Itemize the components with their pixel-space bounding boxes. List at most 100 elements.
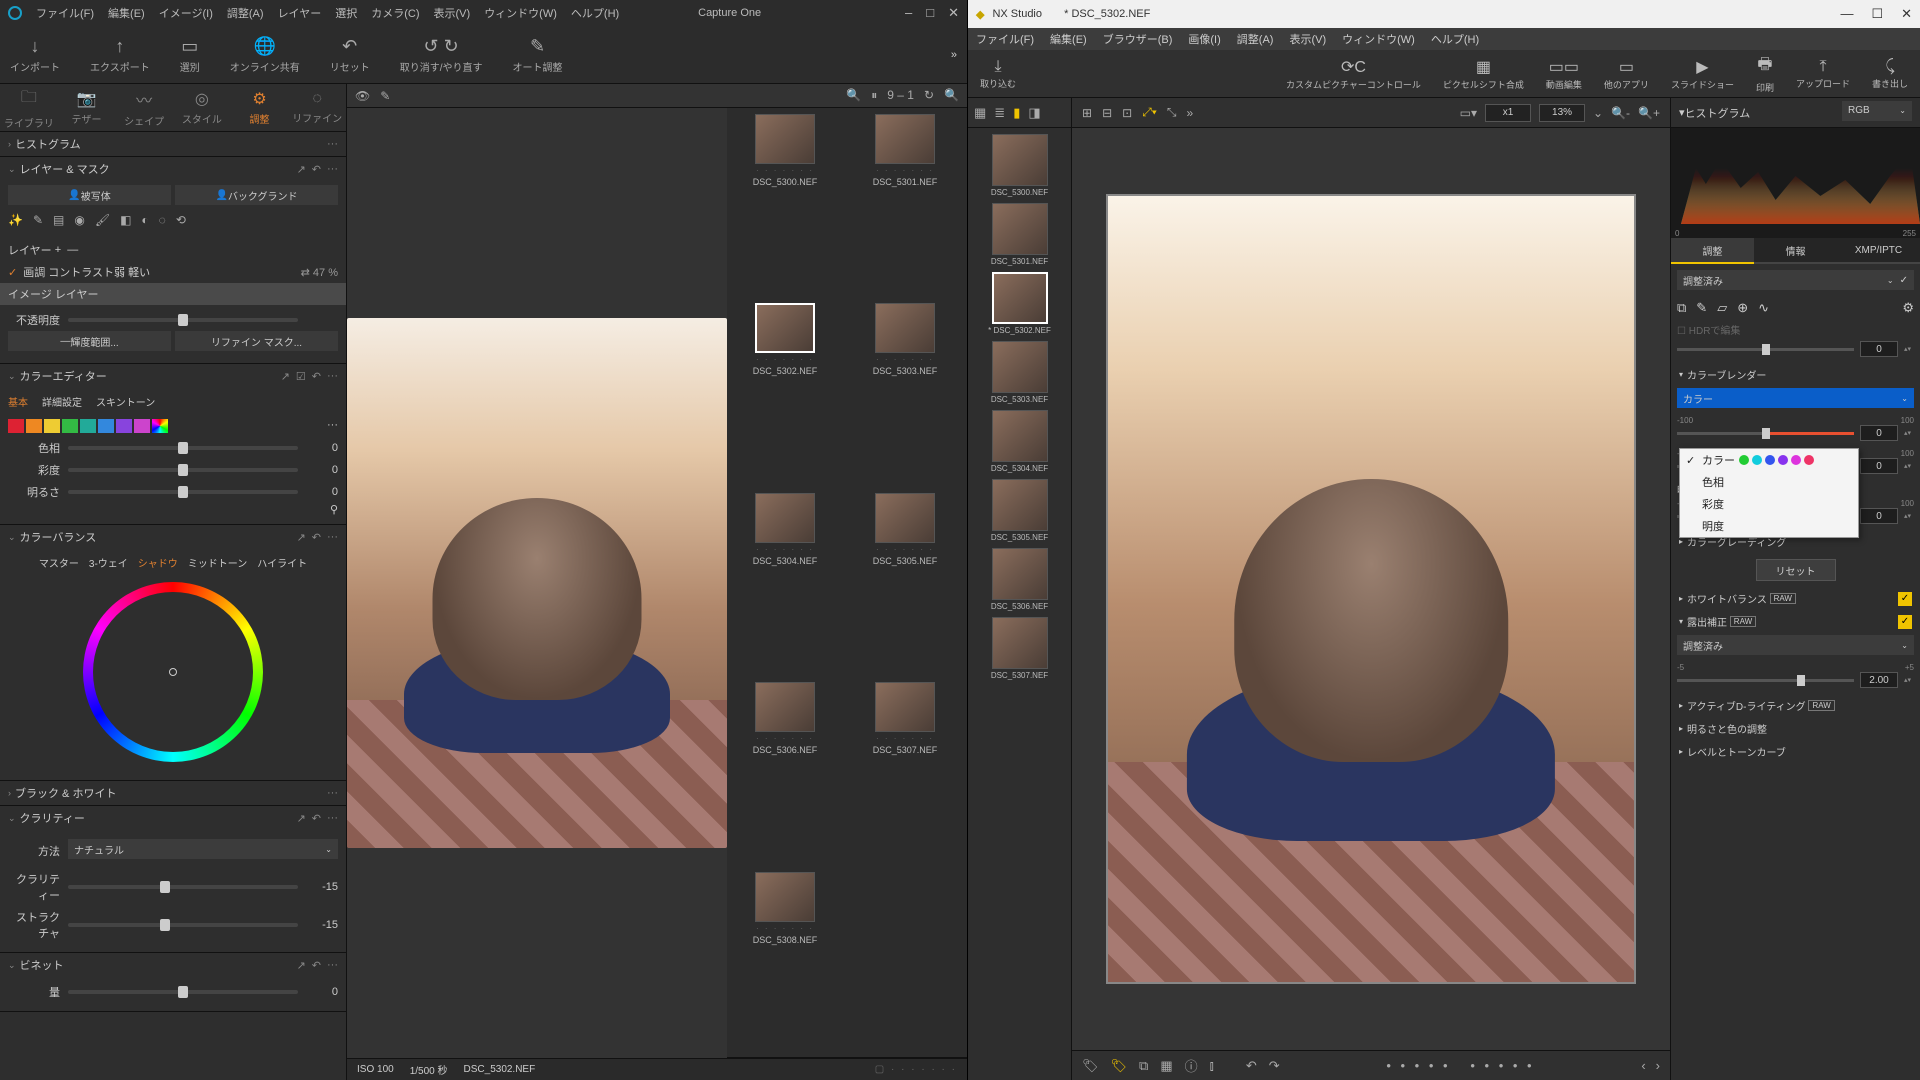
histogram-label[interactable]: ヒストグラム bbox=[1685, 105, 1751, 121]
color-picker-icon[interactable]: ⚲ bbox=[330, 504, 338, 516]
upload-button[interactable]: ⤒アップロード bbox=[1796, 58, 1850, 90]
minimize-icon[interactable]: – bbox=[905, 5, 912, 21]
search-icon[interactable]: 🔍 bbox=[846, 88, 861, 103]
layer-item[interactable]: ✓ 画調 コントラスト弱 軽い ⇄ 47 % bbox=[0, 261, 346, 283]
brush-icon[interactable]: 🖌 bbox=[95, 213, 110, 227]
label-icon[interactable]: 🏷 bbox=[1111, 1058, 1128, 1074]
import-button[interactable]: ↓インポート bbox=[10, 36, 60, 74]
subtab-basic[interactable]: 基本 bbox=[8, 394, 28, 409]
thumbnail-item[interactable]: · · · · · · ·DSC_5300.NEF bbox=[737, 114, 833, 293]
hue-slider[interactable]: 色相0 bbox=[8, 437, 338, 459]
tab-tether[interactable]: 📷テザー bbox=[58, 84, 116, 131]
cb-3way[interactable]: 3-ウェイ bbox=[89, 555, 128, 570]
nx-thumbnail-item[interactable]: DSC_5306.NEF bbox=[986, 548, 1054, 611]
menu-edit[interactable]: 編集(E) bbox=[108, 5, 145, 21]
histogram-mode-select[interactable]: RGB⌄ bbox=[1842, 101, 1912, 121]
nx-thumbnail-item[interactable]: DSC_5301.NEF bbox=[986, 203, 1054, 266]
swatch-red[interactable] bbox=[8, 419, 24, 433]
more-icon[interactable]: ··· bbox=[327, 163, 338, 176]
tab-library[interactable]: 🗀ライブラリ bbox=[0, 84, 58, 131]
grid2h-icon[interactable]: ⊟ bbox=[1102, 106, 1112, 120]
menu-adjust[interactable]: 調整(A) bbox=[227, 5, 264, 21]
check-icon[interactable]: ☑ bbox=[296, 370, 306, 383]
tool-icon[interactable]: ▭▾ bbox=[1460, 106, 1477, 120]
blender-slider-1[interactable]: -100100 0▴▾ bbox=[1677, 414, 1914, 447]
radial-grad-icon[interactable]: ◉ bbox=[74, 213, 84, 227]
opacity-slider[interactable]: 不透明度 bbox=[8, 309, 338, 331]
lightness-slider[interactable]: 明るさ0 bbox=[8, 481, 338, 503]
dropdown-item-hue[interactable]: 色相 bbox=[1680, 471, 1858, 493]
levels-curve-header[interactable]: ▸レベルとトーンカーブ bbox=[1677, 740, 1914, 763]
swatch-all[interactable] bbox=[152, 419, 168, 433]
slideshow-button[interactable]: ▶スライドショー bbox=[1671, 57, 1734, 91]
exposure-header[interactable]: ▾露出補正 RAW✓ bbox=[1677, 610, 1914, 633]
share-button[interactable]: 🌐オンライン共有 bbox=[230, 36, 300, 74]
thumbnail-item[interactable]: · · · · · · ·DSC_5304.NEF bbox=[737, 493, 833, 672]
pause-icon[interactable]: ⏸ bbox=[871, 88, 877, 103]
prev-icon[interactable]: ‹ bbox=[1641, 1058, 1645, 1073]
thumbnail-item[interactable]: · · · · · · ·DSC_5303.NEF bbox=[857, 303, 953, 482]
refine-mask-button[interactable]: リファイン マスク... bbox=[175, 331, 338, 351]
clarity-method-select[interactable]: ナチュラル⌄ bbox=[68, 839, 338, 859]
nx-canvas[interactable] bbox=[1072, 128, 1670, 1050]
cb-shadow[interactable]: シャドウ bbox=[138, 555, 178, 570]
adjust-preset-select[interactable]: 調整済み⌄✓ bbox=[1677, 270, 1914, 290]
menu-camera[interactable]: カメラ(C) bbox=[371, 5, 419, 21]
nx-menu-help[interactable]: ヘルプ(H) bbox=[1431, 31, 1479, 47]
eye-icon[interactable]: 👁 bbox=[355, 89, 370, 103]
zoom-in-icon[interactable]: 🔍+ bbox=[1638, 106, 1660, 120]
thumbnail-item[interactable]: · · · · · · ·DSC_5307.NEF bbox=[857, 682, 953, 861]
more-icon[interactable]: ··· bbox=[327, 531, 338, 544]
menu-window[interactable]: ウィンドウ(W) bbox=[484, 5, 557, 21]
reset-button[interactable]: リセット bbox=[1756, 559, 1836, 581]
compare-view-icon[interactable]: ◨ bbox=[1028, 105, 1040, 121]
info-icon[interactable]: ⓘ bbox=[1185, 1056, 1198, 1075]
crop-icon[interactable]: ⧉ bbox=[1677, 300, 1686, 316]
crop-icon[interactable]: ▢ bbox=[875, 1064, 886, 1075]
swatch-magenta[interactable] bbox=[134, 419, 150, 433]
zoom-mode-field[interactable] bbox=[1485, 104, 1531, 122]
zoom-out-icon[interactable]: 🔍- bbox=[1611, 106, 1630, 120]
action-icon[interactable]: ↗ bbox=[297, 163, 306, 176]
clarity-header[interactable]: ⌄クラリティー↗↶··· bbox=[0, 806, 346, 830]
perspective-icon[interactable]: ▱ bbox=[1717, 300, 1727, 316]
cull-button[interactable]: ▭選別 bbox=[180, 36, 200, 74]
other-apps-button[interactable]: ▭他のアプリ bbox=[1604, 57, 1649, 91]
top-slider[interactable]: 0▴▾ bbox=[1677, 339, 1914, 363]
swatch-green[interactable] bbox=[62, 419, 78, 433]
curves-icon[interactable]: ∿ bbox=[1758, 300, 1769, 316]
close-icon[interactable]: ✕ bbox=[1901, 6, 1912, 22]
nx-menu-browser[interactable]: ブラウザー(B) bbox=[1103, 31, 1173, 47]
vignette-amount-slider[interactable]: 量0 bbox=[8, 981, 338, 1003]
thumbnail-item[interactable]: · · · · · · ·DSC_5301.NEF bbox=[857, 114, 953, 293]
check-icon[interactable]: ✓ bbox=[8, 266, 17, 279]
nx-menu-edit[interactable]: 編集(E) bbox=[1050, 31, 1087, 47]
nx-thumbnail-item[interactable]: * DSC_5302.NEF bbox=[986, 272, 1054, 335]
bw-header[interactable]: ›ブラック & ホワイト··· bbox=[0, 781, 346, 805]
cb-midtone[interactable]: ミッドトーン bbox=[188, 555, 248, 570]
nx-menu-file[interactable]: ファイル(F) bbox=[976, 31, 1034, 47]
swatch-yellow[interactable] bbox=[44, 419, 60, 433]
export-button[interactable]: ↑エクスポート bbox=[90, 36, 150, 74]
dropdown-item-sat[interactable]: 彩度 bbox=[1680, 493, 1858, 515]
brightness-color-header[interactable]: ▸明るさと色の調整 bbox=[1677, 717, 1914, 740]
exposure-preset-select[interactable]: 調整済み⌄ bbox=[1677, 635, 1914, 655]
movie-edit-button[interactable]: ▭▭動画編集 bbox=[1546, 57, 1582, 91]
import-button[interactable]: ⤓取り込む bbox=[980, 58, 1016, 90]
histogram-header[interactable]: ›ヒストグラム··· bbox=[0, 132, 346, 156]
nx-thumbnail-item[interactable]: DSC_5303.NEF bbox=[986, 341, 1054, 404]
tab-refine[interactable]: ◌リファイン bbox=[288, 84, 346, 131]
overflow-icon[interactable]: » bbox=[951, 49, 957, 61]
feather-icon[interactable]: ◌ bbox=[159, 213, 166, 227]
luminance-range-button[interactable]: — 輝度範囲... bbox=[8, 331, 171, 351]
cb-highlight[interactable]: ハイライト bbox=[257, 555, 307, 570]
remove-layer-icon[interactable]: — bbox=[67, 244, 78, 256]
fit-icon[interactable]: ⤢▾ bbox=[1142, 105, 1157, 120]
thumbnail-item[interactable]: · · · · · · ·DSC_5308.NEF bbox=[737, 872, 833, 1051]
structure-slider[interactable]: ストラクチャ-15 bbox=[8, 906, 338, 944]
menu-view[interactable]: 表示(V) bbox=[434, 5, 471, 21]
cb-master[interactable]: マスター bbox=[39, 555, 79, 570]
swatch-blue[interactable] bbox=[98, 419, 114, 433]
layer-row[interactable]: レイヤー + — bbox=[0, 239, 346, 261]
reset-icon[interactable]: ↶ bbox=[312, 531, 321, 544]
